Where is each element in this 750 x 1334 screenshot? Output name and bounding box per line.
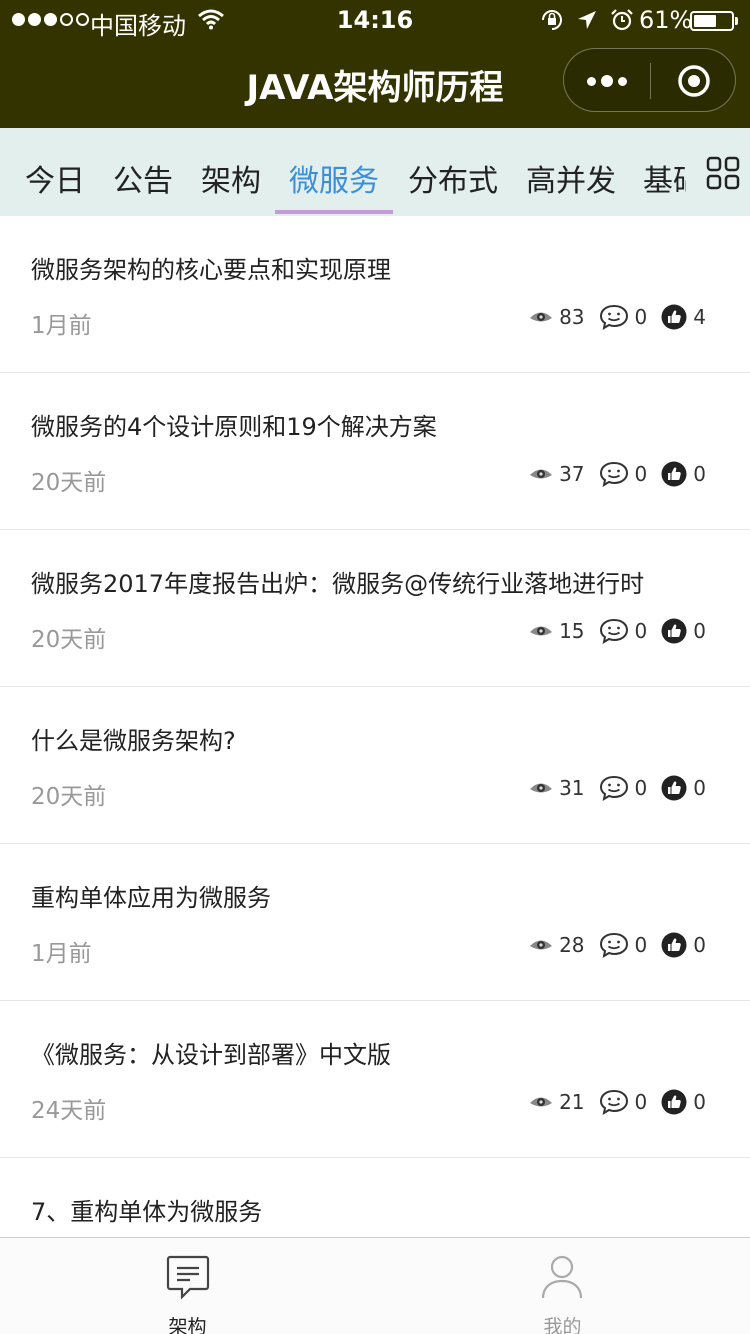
comment-icon: [599, 775, 628, 801]
nav-label-mine: 我的: [543, 1316, 582, 1334]
view-count: 31: [559, 776, 585, 800]
comment-icon: [599, 461, 628, 487]
list-item[interactable]: 重构单体应用为微服务 1月前 28 0 0: [0, 844, 750, 1001]
title-bar: JAVA架构师历程: [0, 40, 750, 128]
comment-icon: [599, 304, 628, 330]
list-item[interactable]: 微服务的4个设计原则和19个解决方案 20天前 37 0 0: [0, 373, 750, 530]
like-count: 0: [693, 776, 706, 800]
comment-count: 0: [634, 776, 648, 800]
article-title: 微服务2017年度报告出炉：微服务@传统行业落地进行时: [31, 570, 645, 598]
article-title: 重构单体应用为微服务: [31, 884, 271, 912]
article-stats: 31 0 0: [515, 775, 706, 801]
view-count: 15: [559, 619, 585, 643]
category-tabs: 今日 公告 架构 微服务 分布式 高并发 基础: [0, 128, 750, 216]
location-arrow-icon: [578, 11, 596, 29]
eye-icon: [530, 940, 553, 950]
more-dots-icon[interactable]: [564, 49, 650, 113]
view-count: 21: [559, 1090, 585, 1114]
alarm-icon: [611, 9, 633, 31]
like-count: 0: [693, 933, 706, 957]
comment-icon: [599, 932, 628, 958]
grid-menu-icon[interactable]: [706, 156, 740, 190]
view-count: 28: [559, 933, 585, 957]
message-icon: [166, 1255, 210, 1300]
nav-label-architecture: 架构: [168, 1316, 207, 1334]
comment-count: 0: [634, 305, 648, 329]
article-time: 20天前: [31, 627, 107, 653]
article-stats: 37 0 0: [515, 461, 706, 487]
active-tab-indicator: [275, 210, 393, 214]
article-title: 7、重构单体为微服务: [31, 1198, 263, 1226]
article-title: 《微服务：从设计到部署》中文版: [31, 1041, 391, 1069]
list-item[interactable]: 微服务2017年度报告出炉：微服务@传统行业落地进行时 20天前 15 0 0: [0, 530, 750, 687]
view-count: 83: [559, 305, 585, 329]
list-item[interactable]: 微服务架构的核心要点和实现原理 1月前 83 0 4: [0, 216, 750, 373]
comment-count: 0: [634, 933, 648, 957]
close-target-icon[interactable]: [651, 49, 737, 113]
list-item[interactable]: 《微服务：从设计到部署》中文版 24天前 21 0 0: [0, 1001, 750, 1158]
rotation-lock-icon: [542, 10, 562, 30]
clock-time: 14:16: [336, 6, 414, 34]
bottom-tab-bar: 架构 我的: [0, 1237, 750, 1334]
like-count: 4: [693, 305, 706, 329]
eye-icon: [530, 469, 553, 479]
article-title: 微服务架构的核心要点和实现原理: [31, 256, 391, 284]
eye-icon: [530, 312, 553, 322]
tab-announcement[interactable]: 公告: [113, 156, 173, 200]
thumbs-up-icon: [661, 775, 687, 801]
tab-architecture[interactable]: 架构: [201, 156, 261, 200]
article-title: 什么是微服务架构?: [31, 727, 236, 755]
article-stats: 15 0 0: [515, 618, 706, 644]
article-stats: 21 0 0: [515, 1089, 706, 1115]
comment-count: 0: [634, 1090, 648, 1114]
tab-high-concurrency[interactable]: 高并发: [526, 156, 616, 200]
battery-percent: 61%: [639, 6, 693, 34]
like-count: 0: [693, 619, 706, 643]
eye-icon: [530, 783, 553, 793]
eye-icon: [530, 626, 553, 636]
tab-microservices[interactable]: 微服务: [289, 156, 379, 200]
nav-item-mine[interactable]: 我的: [375, 1238, 750, 1334]
tab-today[interactable]: 今日: [25, 156, 85, 200]
battery-icon: [690, 11, 734, 31]
comment-icon: [599, 618, 628, 644]
view-count: 37: [559, 462, 585, 486]
thumbs-up-icon: [661, 618, 687, 644]
thumbs-up-icon: [661, 461, 687, 487]
nav-item-architecture[interactable]: 架构: [0, 1238, 375, 1334]
article-stats: 28 0 0: [515, 932, 706, 958]
comment-count: 0: [634, 619, 648, 643]
user-icon: [541, 1255, 583, 1299]
mini-program-capsule: [563, 48, 736, 112]
like-count: 0: [693, 1090, 706, 1114]
eye-icon: [530, 1097, 553, 1107]
article-time: 1月前: [31, 941, 92, 967]
thumbs-up-icon: [661, 304, 687, 330]
article-time: 24天前: [31, 1098, 107, 1124]
thumbs-up-icon: [661, 932, 687, 958]
article-time: 20天前: [31, 470, 107, 496]
list-item[interactable]: 什么是微服务架构? 20天前 31 0 0: [0, 687, 750, 844]
thumbs-up-icon: [661, 1089, 687, 1115]
article-stats: 83 0 4: [515, 304, 706, 330]
tab-distributed[interactable]: 分布式: [408, 156, 498, 200]
article-title: 微服务的4个设计原则和19个解决方案: [31, 413, 437, 441]
status-bar: 中国移动 14:16 61%: [0, 0, 750, 40]
comment-count: 0: [634, 462, 648, 486]
comment-icon: [599, 1089, 628, 1115]
article-time: 20天前: [31, 784, 107, 810]
like-count: 0: [693, 462, 706, 486]
article-time: 1月前: [31, 313, 92, 339]
